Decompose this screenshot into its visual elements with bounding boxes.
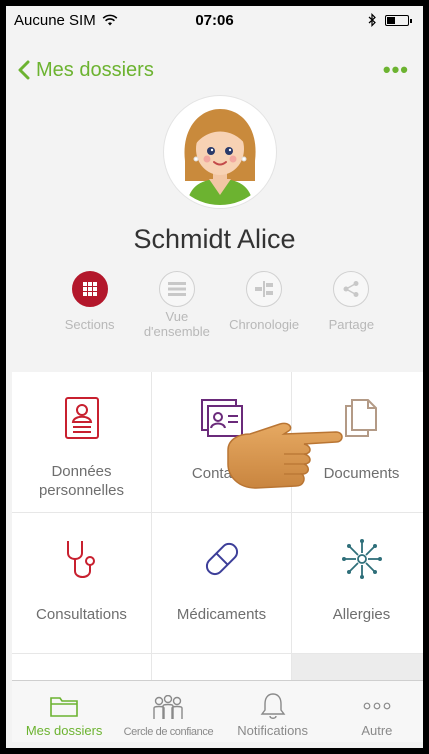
tile-medications-label: Médicaments [176,606,267,623]
tab-my-folders[interactable]: Mes dossiers [12,681,116,742]
tile-documents-icon-wrap [340,396,384,440]
tab-circle-of-trust-label: Cercle de confiance [123,726,214,738]
back-button[interactable]: Mes dossiers [18,59,154,82]
tile-allergies-label: Allergies [332,606,391,623]
tab-my-folders-icon-wrap [49,689,79,723]
tile-personal-data-icon-wrap [60,396,104,440]
tile-allergies-icon-wrap [340,537,384,581]
people-icon [153,695,184,719]
nav-bar: Mes dossiers ••• [6,50,423,90]
tile-personal-data[interactable]: Données personnelles [12,372,151,512]
mode-share-circle [333,271,370,307]
more-dots: ••• [382,57,409,82]
tile-documents-label: Documents [323,465,400,482]
tab-bar: Mes dossiers Cercle de confiance Notific… [12,680,423,742]
tile-consultations[interactable]: Consultations [12,513,151,653]
share-icon [343,281,359,297]
tab-notifications-label: Notifications [237,723,309,738]
pill-icon [205,542,238,576]
timeline-icon [255,281,274,297]
folder-icon [50,697,78,717]
tile-personal-data-label: Données personnelles [38,463,125,499]
tile-consultations-label: Consultations [36,606,127,623]
chevron-left-icon [18,60,30,80]
mode-timeline[interactable]: Chronologie [221,271,308,361]
tab-other-icon-wrap [362,689,392,723]
mode-overview-label: Vue d'ensemble [143,309,210,339]
avatar-illustration [167,99,273,205]
list-icon [167,282,186,296]
mode-timeline-circle [246,271,283,307]
tab-circle-of-trust-icon-wrap [151,692,185,726]
mode-sections[interactable]: Sections [46,271,133,361]
stethoscope-icon [66,541,95,578]
mode-sections-circle [71,271,108,307]
tile-contacts[interactable]: Contacts [152,372,291,512]
tab-other-label: Autre [361,723,393,738]
tab-notifications-icon-wrap [260,689,286,723]
more-dots-icon [363,702,391,710]
tab-my-folders-label: Mes dossiers [25,723,103,738]
bluetooth-icon [368,13,376,27]
wifi-icon [102,14,118,26]
tile-contacts-icon-wrap [200,396,244,440]
personal-data-icon [64,397,99,439]
mode-share-label: Partage [328,317,375,332]
mode-sections-label: Sections [64,317,115,332]
contacts-icon [200,399,243,437]
tab-other[interactable]: Autre [325,681,423,742]
tab-notifications[interactable]: Notifications [221,681,325,742]
tile-medications-icon-wrap [200,537,244,581]
tile-consultations-icon-wrap [60,537,104,581]
tile-medications[interactable]: Médicaments [152,513,291,653]
tile-contacts-label: Contacts [191,465,252,482]
more-button[interactable]: ••• [383,57,409,83]
carrier-label: Aucune SIM [14,11,96,29]
section-grid: Données personnelles Contacts Documents … [12,372,423,714]
bell-icon [260,693,286,719]
mode-share[interactable]: Partage [308,271,395,361]
status-left: Aucune SIM [14,12,118,29]
mode-timeline-label: Chronologie [229,317,300,332]
avatar [164,96,276,208]
tile-documents[interactable]: Documents [292,372,423,512]
tile-allergies[interactable]: Allergies [292,513,423,653]
status-bar: Aucune SIM 07:06 [6,6,423,34]
status-right [368,13,412,27]
mode-switcher: Sections Vue d'ensemble Chronologie Part… [46,271,395,361]
phone-screen: Aucune SIM 07:06 Mes dossiers ••• Schmid… [0,0,429,754]
tab-circle-of-trust[interactable]: Cercle de confiance [116,681,220,742]
battery-fill [387,16,395,24]
battery-icon [385,14,412,26]
back-label: Mes dossiers [36,58,154,81]
grid-icon [82,282,97,296]
mode-overview-circle [158,271,195,307]
documents-icon [344,399,377,437]
mode-overview[interactable]: Vue d'ensemble [133,271,220,361]
profile-name: Schmidt Alice [133,224,296,254]
allergen-icon [341,539,382,579]
